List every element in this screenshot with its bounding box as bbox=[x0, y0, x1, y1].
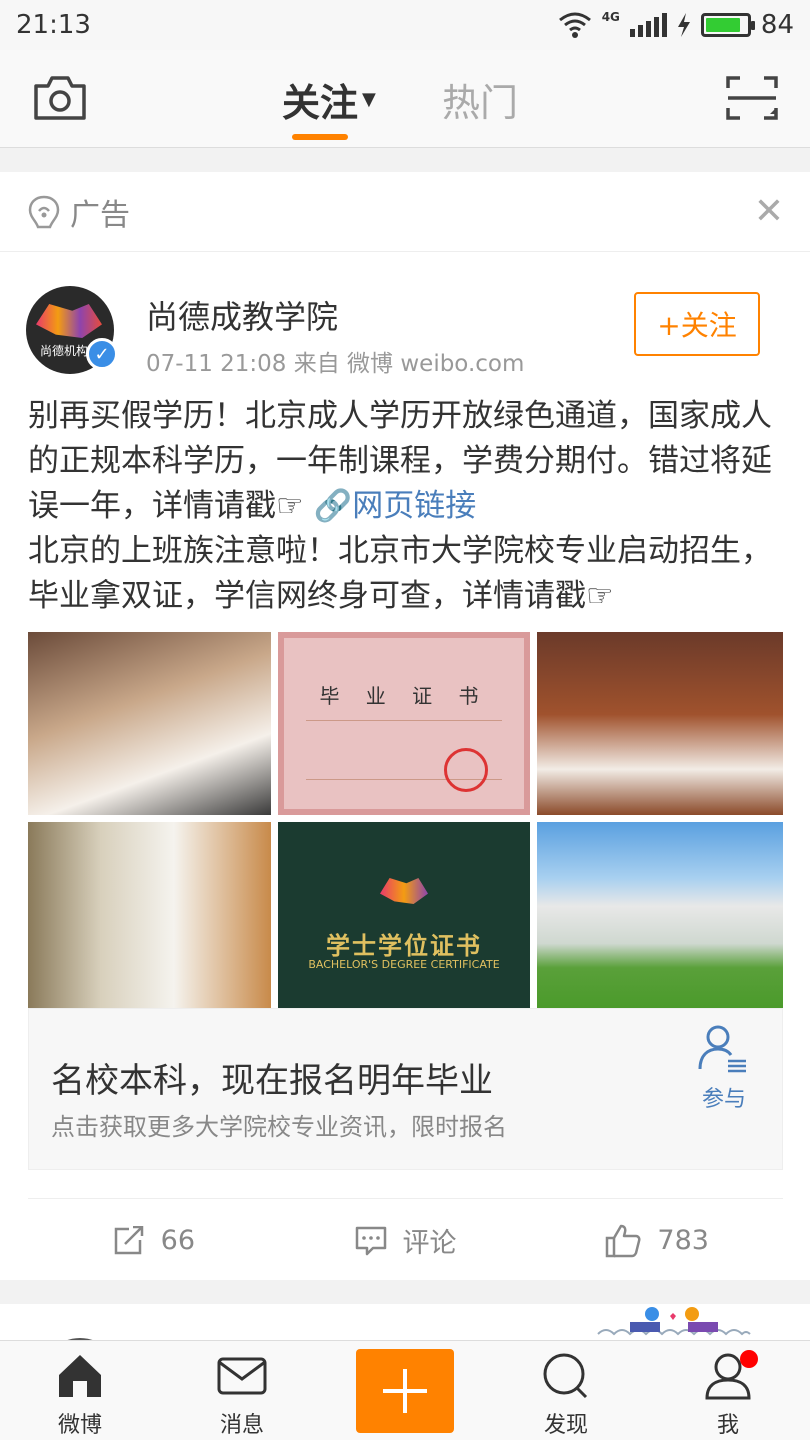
certificate-seal bbox=[444, 748, 488, 792]
like-count: 783 bbox=[657, 1225, 709, 1256]
degree-logo bbox=[380, 878, 428, 904]
post-image-5[interactable]: 学士学位证书 BACHELOR'S DEGREE CERTIFICATE bbox=[278, 822, 530, 1009]
like-button[interactable]: 783 bbox=[531, 1199, 783, 1282]
repost-count: 66 bbox=[160, 1225, 196, 1256]
degree-subtitle: BACHELOR'S DEGREE CERTIFICATE bbox=[308, 958, 500, 971]
user-list-icon bbox=[698, 1025, 746, 1073]
status-bar: 21:13 4G 84 bbox=[0, 0, 810, 50]
action-bar: 66 评论 783 bbox=[28, 1198, 783, 1282]
repost-button[interactable]: 66 bbox=[28, 1199, 280, 1282]
thumbs-up-icon bbox=[606, 1224, 641, 1257]
post-image-1[interactable] bbox=[28, 632, 271, 815]
post-author-name[interactable]: 尚德成教学院 bbox=[146, 292, 338, 338]
status-time: 21:13 bbox=[16, 10, 91, 40]
web-link[interactable]: 🔗网页链接 bbox=[314, 488, 477, 524]
status-icons: 4G 84 bbox=[558, 10, 794, 40]
comment-icon bbox=[355, 1226, 386, 1255]
post-meta: 07-11 21:08 来自 微博 weibo.com bbox=[146, 351, 525, 377]
notification-dot bbox=[740, 1350, 758, 1368]
camera-icon[interactable] bbox=[32, 74, 88, 122]
avatar-logo-text: 尚德机构 bbox=[40, 344, 89, 358]
brand-logo-shape bbox=[36, 304, 102, 338]
join-label: 参与 bbox=[701, 1087, 746, 1112]
home-icon bbox=[59, 1355, 101, 1397]
tab-me[interactable]: 我 bbox=[678, 1351, 778, 1439]
tab-home-label: 微博 bbox=[57, 1413, 102, 1438]
join-button[interactable]: 参与 bbox=[689, 1023, 759, 1113]
tab-messages-label: 消息 bbox=[219, 1413, 264, 1438]
top-nav: 关注 ▼ 热门 bbox=[0, 50, 810, 148]
tab-discover-label: 发现 bbox=[543, 1413, 588, 1438]
repost-icon bbox=[114, 1225, 143, 1254]
comment-label: 评论 bbox=[402, 1228, 457, 1259]
caret-down-icon: ▼ bbox=[362, 89, 376, 110]
post-text: 别再买假学历！北京成人学历开放绿色通道，国家成人的正规本科学历，一年制课程，学费… bbox=[28, 394, 784, 619]
tab-home[interactable]: 微博 bbox=[30, 1351, 130, 1439]
degree-title: 学士学位证书 bbox=[326, 932, 482, 960]
battery-fill bbox=[705, 18, 740, 32]
compose-button[interactable] bbox=[356, 1349, 454, 1433]
comment-button[interactable]: 评论 bbox=[280, 1199, 532, 1282]
battery-percent: 84 bbox=[760, 10, 794, 40]
promo-card[interactable]: 名校本科，现在报名明年毕业 点击获取更多大学院校专业资讯，限时报名 参与 bbox=[28, 1008, 783, 1170]
tab-me-label: 我 bbox=[716, 1413, 739, 1438]
signal-icon bbox=[629, 13, 667, 37]
post-paragraph-2: 北京的上班族注意啦！北京市大学院校专业启动招生，毕业拿双证，学信网终身可查，详情… bbox=[28, 533, 772, 614]
wifi-icon bbox=[558, 12, 591, 38]
tab-follow[interactable]: 关注 ▼ bbox=[282, 72, 376, 127]
mail-icon bbox=[217, 1357, 267, 1395]
certificate-title: 毕 业 证 书 bbox=[319, 684, 489, 708]
decoration-image bbox=[597, 1307, 751, 1336]
follow-button[interactable]: +关注 bbox=[634, 292, 760, 356]
network-type: 4G bbox=[601, 10, 620, 24]
ad-label: 广告 bbox=[70, 197, 130, 233]
tab-follow-label: 关注 bbox=[282, 81, 359, 125]
plus-icon bbox=[383, 1369, 427, 1413]
link-icon: 🔗 bbox=[313, 488, 353, 524]
post-image-4[interactable] bbox=[28, 822, 271, 1009]
battery-icon bbox=[700, 13, 755, 37]
verified-badge-icon: ✓ bbox=[86, 338, 118, 370]
close-icon[interactable]: ✕ bbox=[754, 194, 784, 230]
bottom-tab-bar: 微博 消息 发现 我 bbox=[0, 1340, 810, 1440]
feed-card: 广告 ✕ 尚德机构 尚德成教学院 07-11 21:08 来自 微博 weibo… bbox=[0, 172, 810, 1280]
search-icon bbox=[543, 1353, 588, 1399]
tab-messages[interactable]: 消息 bbox=[192, 1351, 292, 1439]
ad-header: 广告 ✕ bbox=[0, 172, 810, 252]
scan-icon[interactable] bbox=[724, 74, 780, 122]
post-image-3[interactable] bbox=[537, 632, 783, 815]
tab-discover[interactable]: 发现 bbox=[516, 1351, 616, 1439]
active-tab-indicator bbox=[292, 134, 348, 140]
post-image-2[interactable]: 毕 业 证 书 bbox=[278, 632, 530, 815]
web-link-label: 网页链接 bbox=[352, 488, 477, 524]
promo-subtitle: 点击获取更多大学院校专业资讯，限时报名 bbox=[51, 1113, 507, 1141]
tab-hot[interactable]: 热门 bbox=[442, 72, 518, 127]
charging-icon bbox=[677, 13, 690, 37]
post-image-6[interactable] bbox=[537, 822, 783, 1009]
ad-icon bbox=[28, 195, 60, 228]
promo-title: 名校本科，现在报名明年毕业 bbox=[51, 1061, 493, 1101]
post-paragraph-1: 别再买假学历！北京成人学历开放绿色通道，国家成人的正规本科学历，一年制课程，学费… bbox=[28, 394, 784, 529]
